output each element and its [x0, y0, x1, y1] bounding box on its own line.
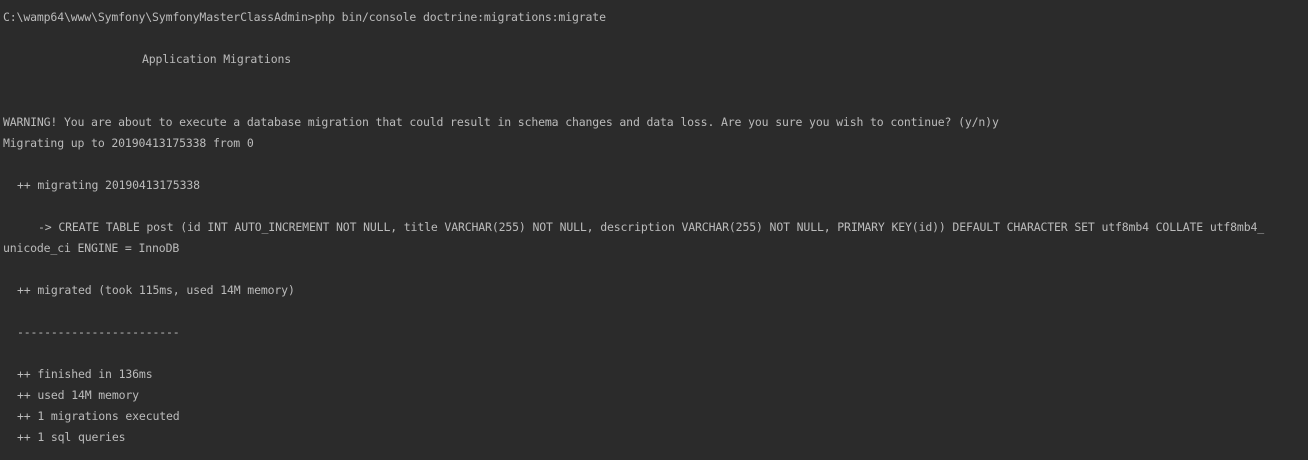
warning-line: WARNING! You are about to execute a data… [3, 115, 999, 129]
migrating-up-line: Migrating up to 20190413175338 from 0 [3, 136, 254, 150]
sql-queries-line: ++ 1 sql queries [17, 430, 126, 444]
migrations-executed-line: ++ 1 migrations executed [17, 409, 180, 423]
sql-statement-continuation-line: unicode_ci ENGINE = InnoDB [3, 241, 180, 255]
separator-line: ------------------------ [17, 325, 180, 339]
section-title: Application Migrations [142, 52, 292, 66]
sql-statement-line: -> CREATE TABLE post (id INT AUTO_INCREM… [38, 220, 1265, 234]
finished-line: ++ finished in 136ms [17, 367, 153, 381]
terminal-window[interactable]: C:\wamp64\www\Symfony\SymfonyMasterClass… [0, 0, 1308, 460]
migrating-version-line: ++ migrating 20190413175338 [17, 178, 200, 192]
migrated-line: ++ migrated (took 115ms, used 14M memory… [17, 283, 295, 297]
memory-used-line: ++ used 14M memory [17, 388, 139, 402]
command-prompt-line: C:\wamp64\www\Symfony\SymfonyMasterClass… [3, 10, 606, 24]
